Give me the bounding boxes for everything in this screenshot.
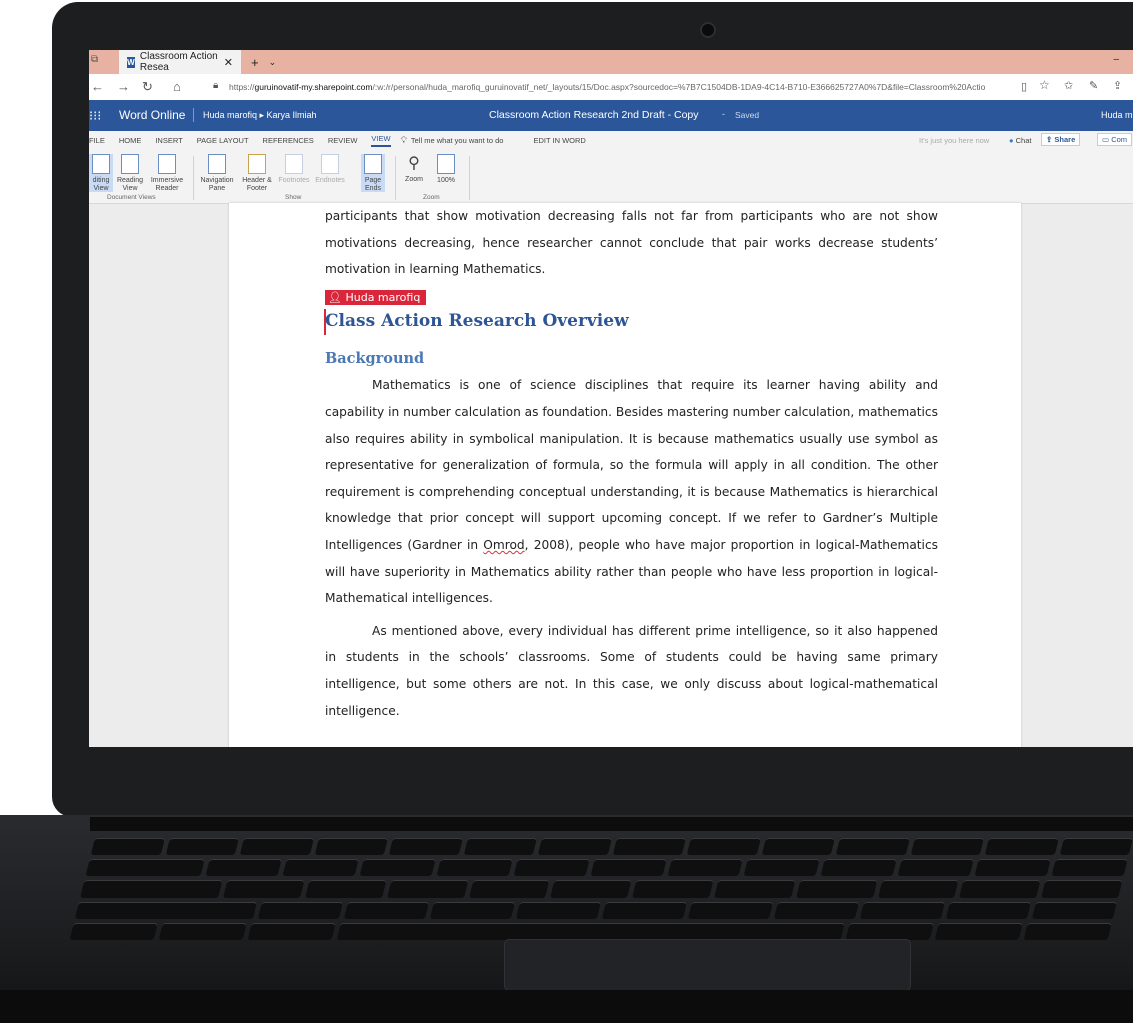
presence-text: It's just you here now <box>919 136 990 145</box>
word-logo-icon: W <box>127 56 135 68</box>
editing-view-icon <box>92 154 110 174</box>
browser-tab-bar: ⧉ W Classroom Action Resea ✕ + ⌄ – <box>89 50 1133 74</box>
heading-2: Background <box>325 350 425 368</box>
user-icon: 👤︎ <box>328 290 342 304</box>
chat-icon: ● <box>1009 136 1014 145</box>
group-zoom: Zoom <box>423 194 440 201</box>
heading-1: Class Action Research Overview <box>325 311 629 332</box>
tab-insert[interactable]: INSERT <box>155 136 182 145</box>
save-status: Saved <box>735 110 760 120</box>
paragraph: Mathematics is one of science discipline… <box>325 378 938 606</box>
tab-title: Classroom Action Resea <box>139 51 218 73</box>
favorites-icon[interactable]: ✩ <box>1064 79 1073 92</box>
navigation-pane-button[interactable]: Navigation Pane <box>197 154 237 193</box>
chat-button[interactable]: ● Chat <box>1009 136 1031 145</box>
keyboard <box>69 838 1133 941</box>
lock-icon: 🔒︎ <box>213 80 219 91</box>
url-field[interactable]: https://guruinovatif-my.sharepoint.com/:… <box>229 82 1019 92</box>
group-document-views: Document Views <box>107 194 156 201</box>
spelling-error-word[interactable]: Omrod <box>483 538 524 552</box>
document-title[interactable]: Classroom Action Research 2nd Draft - Co… <box>489 109 699 121</box>
zoom-100-button[interactable]: 100% <box>433 154 459 185</box>
author-flag: 👤︎ Huda marofiq <box>325 289 427 305</box>
tab-view[interactable]: VIEW <box>371 134 391 147</box>
group-show: Show <box>285 194 302 201</box>
paragraph: participants that show motivation decrea… <box>325 209 938 277</box>
ribbon: diting View Reading View Immersive Reader D… <box>89 150 1133 204</box>
page-ends-button[interactable]: Page Ends <box>361 154 385 192</box>
pen-icon[interactable]: ✎ <box>1089 79 1098 92</box>
comment-icon: ▭ <box>1102 135 1110 144</box>
reading-view-icon[interactable]: ▯ <box>1021 80 1027 93</box>
edit-in-word-button[interactable]: EDIT IN WORD <box>533 136 585 145</box>
reading-view-icon <box>121 154 139 174</box>
back-icon[interactable]: ← <box>91 79 104 94</box>
header-footer-button[interactable]: Header & Footer <box>239 154 275 193</box>
home-icon[interactable]: ⌂ <box>173 79 181 94</box>
word-app-bar: ⁝⁝⁝ Word Online Huda marofiq ▸ Karya Ilm… <box>89 100 1133 131</box>
footnotes-icon <box>285 154 303 174</box>
refresh-icon[interactable]: ↻ <box>142 79 153 95</box>
address-bar: ← → ↻ ⌂ 🔒︎ https://guruinovatif-my.share… <box>89 74 1133 101</box>
new-tab-icon[interactable]: + <box>251 55 259 70</box>
tab-file[interactable]: FILE <box>89 136 105 145</box>
minimize-icon[interactable]: – <box>1113 54 1119 65</box>
browser-tab[interactable]: W Classroom Action Resea ✕ <box>119 50 241 74</box>
share-icon[interactable]: ⇪ <box>1113 79 1122 92</box>
tab-actions-icon[interactable]: ⧉ <box>91 54 98 65</box>
share-button[interactable]: ⇪ Share <box>1041 133 1081 146</box>
laptop-hinge <box>90 817 1133 831</box>
tab-references[interactable]: REFERENCES <box>263 136 314 145</box>
tab-review[interactable]: REVIEW <box>328 136 358 145</box>
tell-me-input[interactable]: Tell me what you want to do <box>411 136 504 145</box>
favorite-star-icon[interactable]: ☆ <box>1039 78 1050 92</box>
laptop-front-edge <box>0 990 1133 1023</box>
divider <box>395 156 396 200</box>
divider <box>469 156 470 200</box>
editing-view-button[interactable]: diting View <box>89 154 113 192</box>
immersive-reader-icon <box>158 154 176 174</box>
title-separator: - <box>722 109 725 119</box>
zoom-button[interactable]: ⚲ Zoom <box>401 154 427 184</box>
screen: ⧉ W Classroom Action Resea ✕ + ⌄ – ← → ↻… <box>89 50 1133 747</box>
app-name[interactable]: Word Online <box>119 108 185 122</box>
ribbon-tab-bar: FILE HOME INSERT PAGE LAYOUT REFERENCES … <box>89 131 1133 150</box>
paragraph: As mentioned above, every individual has… <box>325 623 938 718</box>
tab-page-layout[interactable]: PAGE LAYOUT <box>197 136 249 145</box>
document-body[interactable]: participants that show motivation decrea… <box>325 203 938 724</box>
endnotes-icon <box>321 154 339 174</box>
header-footer-icon <box>248 154 266 174</box>
trackpad <box>505 940 910 990</box>
navigation-pane-icon <box>208 154 226 174</box>
reading-view-button[interactable]: Reading View <box>115 154 145 193</box>
app-launcher-icon[interactable]: ⁝⁝⁝ <box>89 108 101 124</box>
forward-icon[interactable]: → <box>117 79 130 94</box>
share-icon: ⇪ <box>1046 135 1053 144</box>
zoom-magnifier-icon: ⚲ <box>408 155 420 172</box>
tab-home[interactable]: HOME <box>119 136 142 145</box>
breadcrumb[interactable]: Huda marofiq ▸ Karya Ilmiah <box>203 110 317 121</box>
divider <box>193 108 194 122</box>
zoom-100-icon <box>437 154 455 174</box>
user-name[interactable]: Huda m <box>1101 110 1133 120</box>
close-tab-icon[interactable]: ✕ <box>224 56 233 69</box>
lightbulb-icon: 💡︎ <box>400 135 407 145</box>
tab-list-chevron-icon[interactable]: ⌄ <box>269 57 277 68</box>
document-page[interactable]: participants that show motivation decrea… <box>229 203 1021 747</box>
webcam-icon <box>700 22 716 38</box>
endnotes-button[interactable]: Endnotes <box>313 154 347 185</box>
footnotes-button[interactable]: Footnotes <box>277 154 311 185</box>
page-ends-icon <box>364 154 382 174</box>
divider <box>193 156 194 200</box>
comments-button[interactable]: ▭ Com <box>1097 133 1133 146</box>
immersive-reader-button[interactable]: Immersive Reader <box>147 154 187 193</box>
